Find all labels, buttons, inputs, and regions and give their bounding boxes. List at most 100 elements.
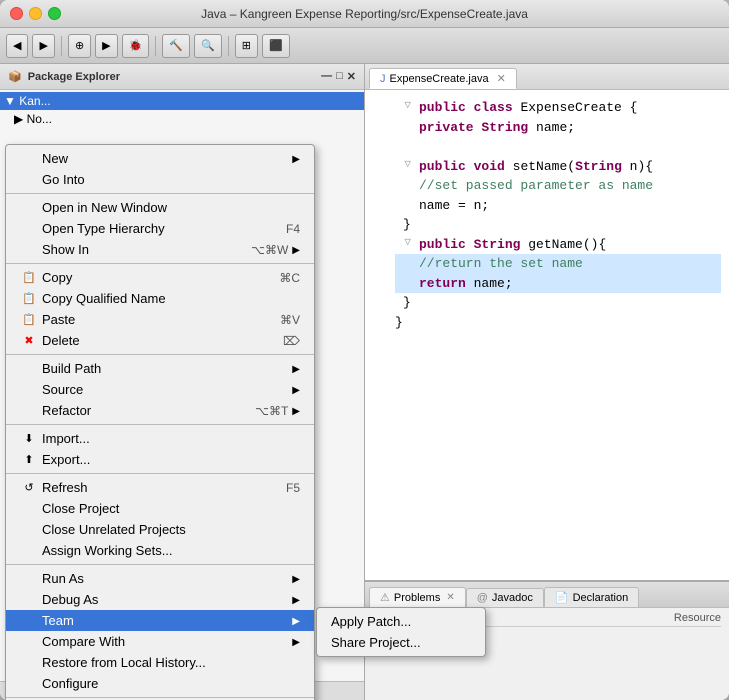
menu-item-close-project-label: Close Project: [42, 501, 119, 516]
debug-as-arrow: [292, 594, 300, 606]
menu-item-go-into-label: Go Into: [42, 172, 85, 187]
code-comment-2: //return the set name: [419, 254, 583, 274]
editor-tab-icon: J: [380, 73, 386, 85]
code-brace-1: }: [403, 215, 411, 235]
menu-item-open-type-hierarchy[interactable]: Open Type Hierarchy F4: [6, 218, 314, 239]
package-explorer-header: 📦 Package Explorer — □ ✕: [0, 64, 364, 90]
code-public-1: public class ExpenseCreate {: [419, 98, 637, 118]
menu-item-team[interactable]: Team Apply Patch... Share Project...: [6, 610, 314, 631]
declaration-icon: 📄: [555, 591, 569, 604]
copy-icon: 📋: [20, 271, 38, 284]
collapse-marker-4[interactable]: ▽: [395, 157, 411, 174]
menu-item-source[interactable]: Source: [6, 379, 314, 400]
submenu-share-project[interactable]: Share Project...: [317, 632, 485, 653]
main-window: Java – Kangreen Expense Reporting/src/Ex…: [0, 0, 729, 700]
build-path-arrow: [292, 363, 300, 375]
team-submenu: Apply Patch... Share Project...: [316, 607, 486, 657]
menu-item-refactor-label: Refactor: [42, 403, 91, 418]
context-menu: New Go Into Open in New Window Open Type…: [5, 144, 315, 700]
code-comment-1: //set passed parameter as name: [419, 176, 653, 196]
menu-item-refresh-label: Refresh: [42, 480, 88, 495]
code-private: private String name;: [419, 118, 575, 138]
delete-shortcut: ⌦: [283, 334, 300, 348]
menu-item-delete-label: Delete: [42, 333, 80, 348]
toolbar-sep-3: [228, 36, 229, 56]
menu-item-build-path-label: Build Path: [42, 361, 101, 376]
menu-item-open-type-hierarchy-label: Open Type Hierarchy: [42, 221, 165, 236]
tab-javadoc-label: Javadoc: [492, 592, 533, 604]
back-button[interactable]: ◀: [6, 34, 28, 58]
menu-item-close-unrelated[interactable]: Close Unrelated Projects: [6, 519, 314, 540]
search-button[interactable]: 🔍: [194, 34, 222, 58]
toolbar-sep-2: [155, 36, 156, 56]
maximize-button[interactable]: [48, 7, 61, 20]
editor-area[interactable]: ▽ public class ExpenseCreate { private S…: [365, 90, 729, 580]
menu-item-build-path[interactable]: Build Path: [6, 358, 314, 379]
minimize-panel-icon[interactable]: —: [321, 70, 332, 83]
menu-item-close-unrelated-label: Close Unrelated Projects: [42, 522, 186, 537]
menu-item-show-in-label: Show In: [42, 242, 89, 257]
menu-item-refresh[interactable]: ↺ Refresh F5: [6, 477, 314, 498]
menu-item-paste[interactable]: 📋 Paste ⌘V: [6, 309, 314, 330]
menu-item-copy-qualified[interactable]: 📋 Copy Qualified Name: [6, 288, 314, 309]
menu-item-open-new-window[interactable]: Open in New Window: [6, 197, 314, 218]
menu-item-compare-with[interactable]: Compare With: [6, 631, 314, 652]
menu-sep-4: [6, 424, 314, 425]
debug-button[interactable]: 🐞: [122, 34, 150, 58]
code-assign: name = n;: [419, 196, 489, 216]
left-panel: 📦 Package Explorer — □ ✕ ▼ Kan... ▶ No..…: [0, 64, 365, 700]
forward-button[interactable]: ▶: [32, 34, 54, 58]
menu-sep-5: [6, 473, 314, 474]
code-brace-2: }: [403, 293, 411, 313]
run-button[interactable]: ▶: [95, 34, 117, 58]
menu-item-restore-local[interactable]: Restore from Local History...: [6, 652, 314, 673]
build-button[interactable]: 🔨: [162, 34, 190, 58]
team-arrow: [292, 615, 300, 627]
close-button[interactable]: [10, 7, 23, 20]
tab-javadoc[interactable]: @ Javadoc: [466, 588, 544, 607]
menu-item-delete[interactable]: ✖ Delete ⌦: [6, 330, 314, 351]
tree-item-kan[interactable]: ▼ Kan...: [0, 92, 364, 110]
package-explorer-title: Package Explorer: [28, 71, 120, 83]
menu-item-new[interactable]: New: [6, 148, 314, 169]
minimize-button[interactable]: [29, 7, 42, 20]
code-line-8: ▽ public String getName(){: [395, 235, 721, 255]
refactor-shortcut: ⌥⌘T: [255, 404, 288, 418]
menu-sep-3: [6, 354, 314, 355]
menu-item-configure[interactable]: Configure: [6, 673, 314, 694]
code-line-3: [395, 137, 721, 157]
tree-item-no[interactable]: ▶ No...: [0, 110, 364, 128]
menu-item-close-project[interactable]: Close Project: [6, 498, 314, 519]
menu-item-export[interactable]: ⬆ Export...: [6, 449, 314, 470]
tab-declaration[interactable]: 📄 Declaration: [544, 587, 639, 607]
maximize-panel-icon[interactable]: □: [336, 70, 343, 83]
bottom-tab-bar: ⚠ Problems ✕ @ Javadoc 📄 Declaration: [365, 582, 729, 608]
menu-item-copy[interactable]: 📋 Copy ⌘C: [6, 267, 314, 288]
code-return: return name;: [419, 274, 513, 294]
paste-icon: 📋: [20, 313, 38, 326]
editor-tab-expense-create[interactable]: J ExpenseCreate.java ✕: [369, 68, 517, 89]
menu-item-debug-as[interactable]: Debug As: [6, 589, 314, 610]
collapse-marker-1[interactable]: ▽: [395, 98, 411, 115]
new-button[interactable]: ⊕: [68, 34, 91, 58]
menu-item-assign-working[interactable]: Assign Working Sets...: [6, 540, 314, 561]
menu-item-show-in[interactable]: Show In ⌥⌘W: [6, 239, 314, 260]
editor-tab-close[interactable]: ✕: [497, 72, 506, 85]
compare-with-arrow: [292, 636, 300, 648]
collapse-marker-8[interactable]: ▽: [395, 235, 411, 252]
tab-problems[interactable]: ⚠ Problems ✕: [369, 587, 466, 607]
menu-item-import[interactable]: ⬇ Import...: [6, 428, 314, 449]
tab-problems-close[interactable]: ✕: [446, 592, 454, 603]
new-arrow-icon: [292, 153, 300, 165]
submenu-apply-patch[interactable]: Apply Patch...: [317, 611, 485, 632]
menu-item-run-as[interactable]: Run As: [6, 568, 314, 589]
perspective-button[interactable]: ⊞: [235, 34, 258, 58]
menu-item-go-into[interactable]: Go Into: [6, 169, 314, 190]
at-icon: @: [477, 592, 488, 604]
close-panel-icon[interactable]: ✕: [347, 70, 356, 83]
code-line-6: name = n;: [395, 196, 721, 216]
run-as-arrow: [292, 573, 300, 585]
menu-item-refactor[interactable]: Refactor ⌥⌘T: [6, 400, 314, 421]
apply-patch-label: Apply Patch...: [331, 614, 411, 629]
views-button[interactable]: ⬛: [262, 34, 290, 58]
